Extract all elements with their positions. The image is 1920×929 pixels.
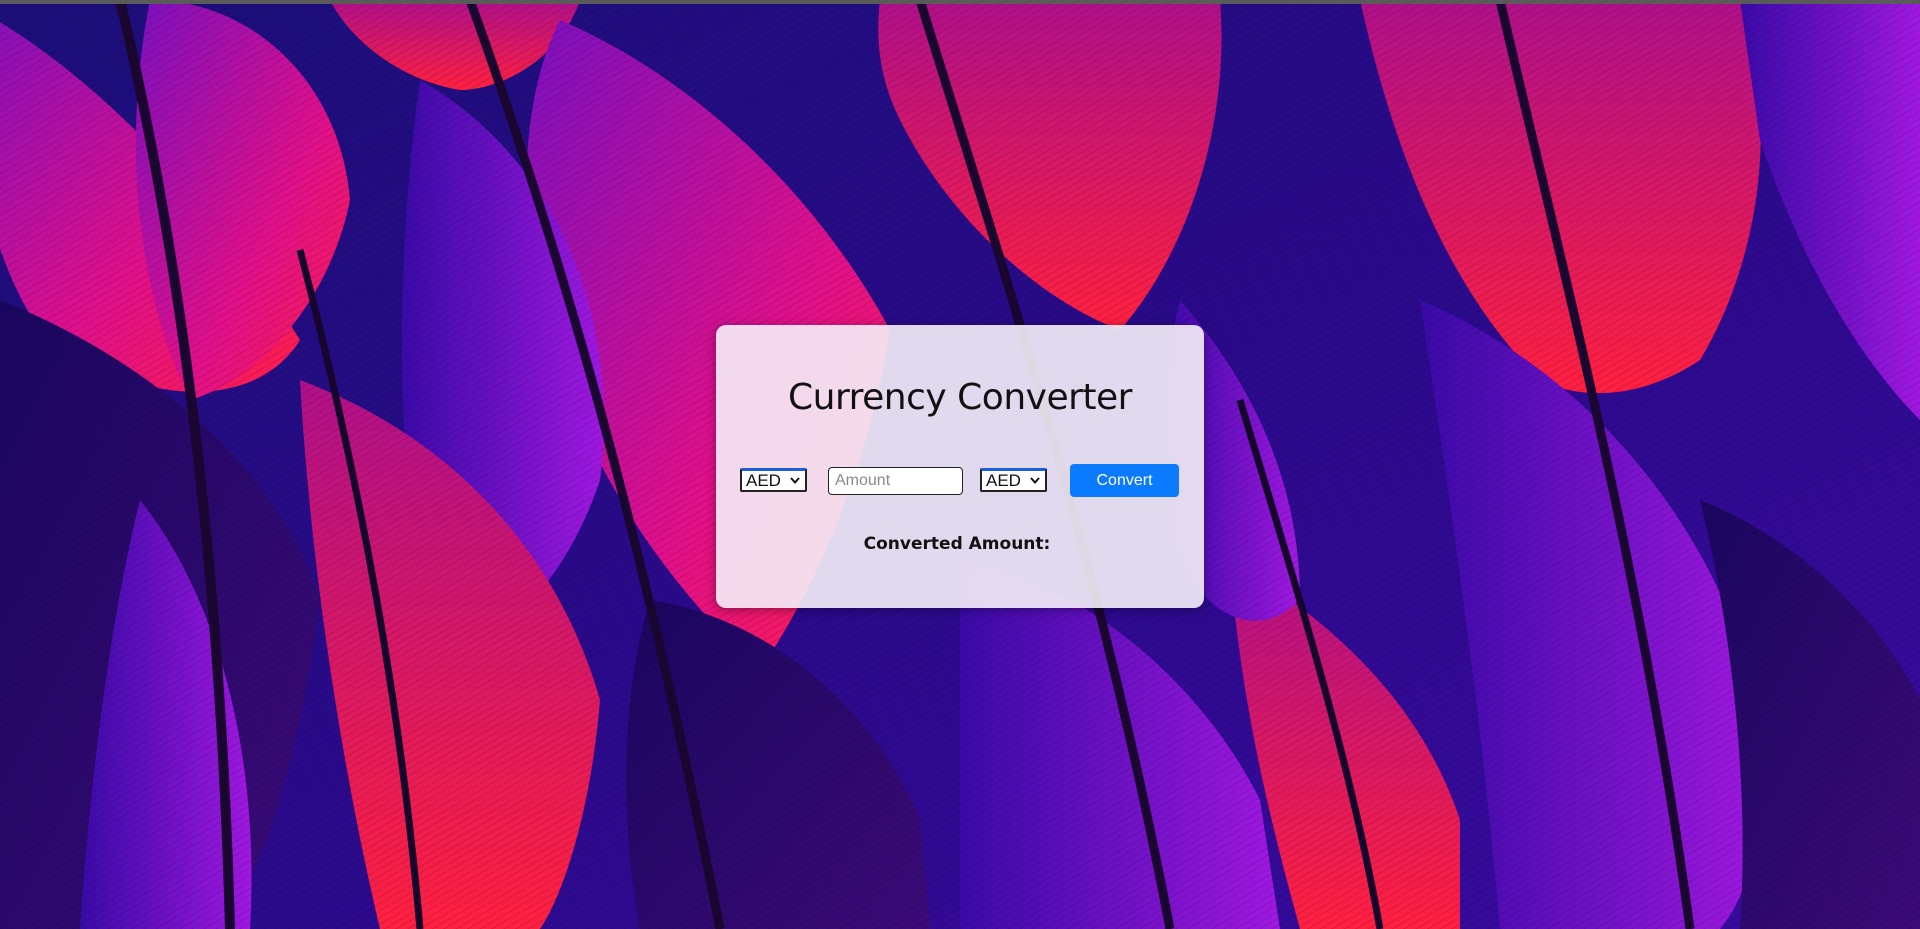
converter-form: AED AED Convert — [740, 463, 1180, 497]
converted-amount: Converted Amount: — [716, 534, 1204, 554]
convert-button[interactable]: Convert — [1070, 464, 1179, 497]
to-currency-select[interactable]: AED — [980, 468, 1047, 492]
chevron-down-icon — [790, 477, 800, 485]
converter-card: Currency Converter AED AED Convert Conve… — [716, 325, 1204, 608]
page-title: Currency Converter — [788, 377, 1132, 418]
chevron-down-icon — [1030, 477, 1040, 485]
from-currency-value: AED — [746, 471, 781, 490]
to-currency-value: AED — [986, 471, 1021, 490]
converted-amount-label: Converted Amount: — [863, 534, 1051, 554]
from-currency-select[interactable]: AED — [740, 468, 807, 492]
window-top-edge — [0, 0, 1920, 4]
amount-input[interactable] — [828, 467, 963, 495]
